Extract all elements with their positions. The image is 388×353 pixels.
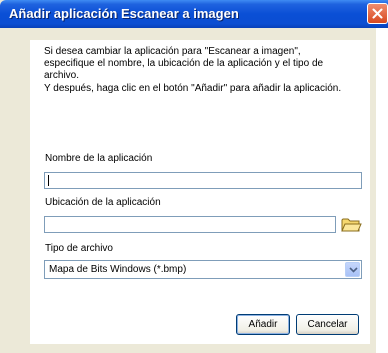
app-name-input[interactable] bbox=[44, 172, 362, 189]
title-bar[interactable]: Añadir aplicación Escanear a imagen bbox=[0, 0, 388, 28]
cancel-button[interactable]: Cancelar bbox=[296, 314, 359, 335]
add-button[interactable]: Añadir bbox=[236, 314, 290, 335]
close-icon bbox=[372, 8, 383, 19]
chevron-down-icon bbox=[349, 267, 358, 273]
instructions-line: especifique el nombre, la ubicación de l… bbox=[44, 58, 324, 70]
folder-icon bbox=[341, 218, 362, 232]
dialog-window: Añadir aplicación Escanear a imagen Si d… bbox=[0, 0, 388, 353]
app-location-label: Ubicación de la aplicación bbox=[45, 197, 161, 208]
app-name-label: Nombre de la aplicación bbox=[45, 153, 153, 164]
instructions-line: Y después, haga clic en el botón "Añadir… bbox=[44, 82, 342, 94]
instructions-line: Si desea cambiar la aplicación para "Esc… bbox=[44, 46, 301, 57]
close-button[interactable] bbox=[367, 3, 388, 24]
right-edge bbox=[376, 28, 388, 353]
filetype-select[interactable]: Mapa de Bits Windows (*.bmp) bbox=[44, 260, 362, 279]
browse-button[interactable] bbox=[339, 213, 362, 235]
instructions-text: Si desea cambiar la aplicación para "Esc… bbox=[44, 46, 364, 95]
instructions-line: archivo. bbox=[44, 70, 80, 82]
text-caret bbox=[48, 175, 49, 186]
dropdown-button[interactable] bbox=[345, 262, 360, 277]
window-title: Añadir aplicación Escanear a imagen bbox=[9, 6, 239, 21]
app-location-input[interactable] bbox=[44, 216, 336, 233]
filetype-label: Tipo de archivo bbox=[45, 243, 113, 254]
filetype-selected-value: Mapa de Bits Windows (*.bmp) bbox=[49, 264, 187, 275]
